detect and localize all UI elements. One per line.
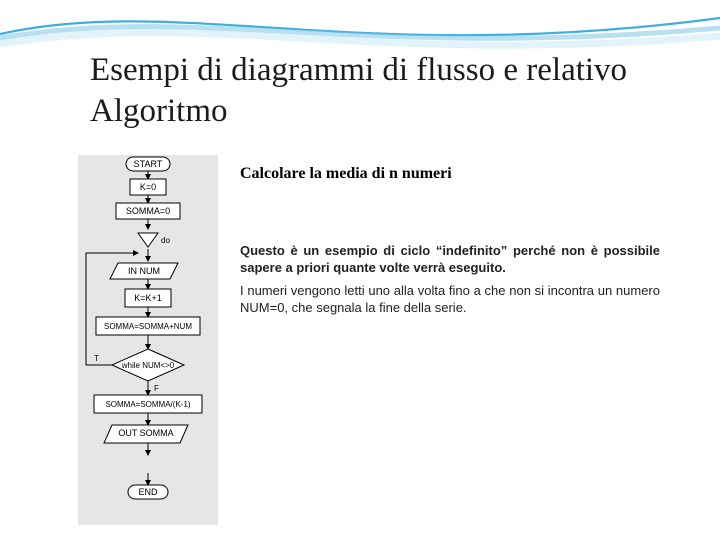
flow-end: END [138,487,158,497]
flow-cond: while NUM<>0 [121,361,175,370]
flowchart: START K=0 SOMMA=0 do IN NUM K=K+1 SOMMA=… [78,155,218,525]
flow-init-k: K=0 [140,182,156,192]
slide-title: Esempi di diagrammi di flusso e relativo… [90,50,650,133]
flow-branch-f: F [154,384,159,393]
slide-paragraph-1: Questo è un esempio di ciclo “indefinito… [240,243,660,277]
flow-accum: SOMMA=SOMMA+NUM [104,322,192,331]
slide-subtitle: Calcolare la media di n numeri [240,165,660,183]
flow-read: IN NUM [128,266,160,276]
flow-branch-t: T [94,354,99,363]
flow-inc-k: K=K+1 [134,293,162,303]
flow-start: START [134,159,163,169]
flow-out: OUT SOMMA [118,428,173,438]
flow-avg: SOMMA=SOMMA/(K-1) [105,400,190,409]
slide-paragraph-2: I numeri vengono letti uno alla volta fi… [240,283,660,317]
flow-init-sum: SOMMA=0 [126,206,170,216]
flow-do: do [161,236,170,245]
